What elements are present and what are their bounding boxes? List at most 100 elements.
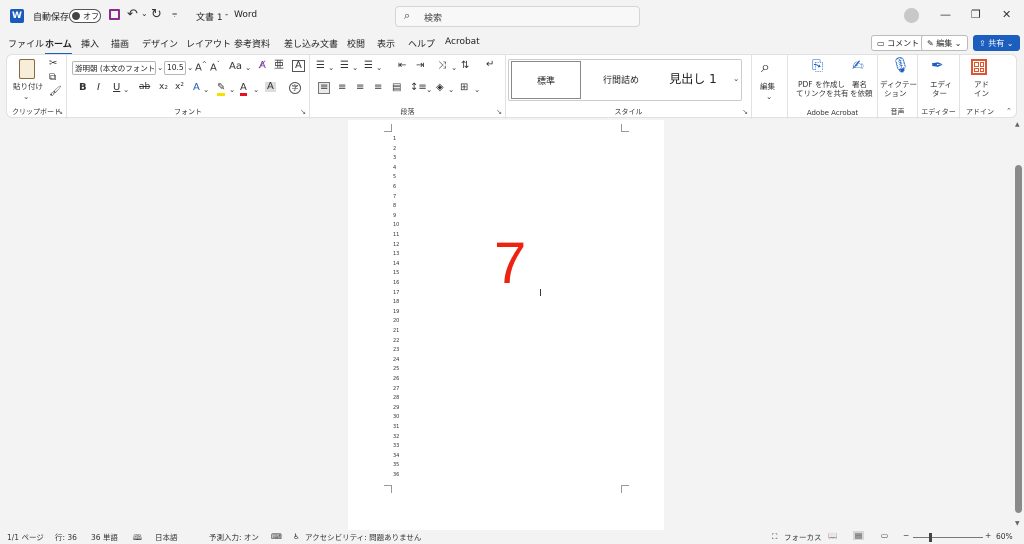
scrollbar-thumb[interactable] <box>1015 165 1022 513</box>
style-heading-1[interactable]: 見出し 1 <box>658 61 728 99</box>
paste-icon[interactable] <box>19 59 35 79</box>
addins-label[interactable]: アド <box>974 80 989 89</box>
language-indicator[interactable]: 日本語 <box>155 532 178 543</box>
proofing-icon[interactable]: 🕮 <box>133 532 142 544</box>
editor-label-2[interactable]: ター <box>932 89 947 98</box>
accessibility-icon[interactable]: ♿ <box>293 532 300 541</box>
web-layout-icon[interactable]: ▭ <box>881 531 888 540</box>
editing-button[interactable]: 編集 <box>760 82 775 91</box>
undo-icon[interactable]: ↶ <box>127 7 138 22</box>
collapse-ribbon-icon[interactable]: ⌃ <box>1006 107 1012 115</box>
tab-acrobat[interactable]: Acrobat <box>445 37 480 47</box>
align-right-icon[interactable]: ≡ <box>356 83 364 93</box>
zoom-slider[interactable] <box>913 537 983 538</box>
font-launcher-icon[interactable]: ↘ <box>300 108 306 116</box>
document-text[interactable]: 7 <box>494 235 526 293</box>
distributed-icon[interactable]: ▤ <box>392 83 401 93</box>
borders-icon[interactable]: ⊞ <box>460 83 468 93</box>
request-signature-label[interactable]: 署名 <box>852 80 867 89</box>
bullets-icon[interactable]: ☰ <box>316 61 325 71</box>
paste-button[interactable]: 貼り付け <box>13 82 43 91</box>
focus-icon[interactable]: ⛶ <box>772 532 777 542</box>
styles-launcher-icon[interactable]: ↘ <box>742 108 748 116</box>
tab-home[interactable]: ホーム <box>45 37 72 55</box>
tab-insert[interactable]: 挿入 <box>81 37 99 50</box>
zoom-level[interactable]: 60% <box>996 532 1013 541</box>
accessibility-status[interactable]: アクセシビリティ: 問題ありません <box>305 532 421 543</box>
highlight-icon[interactable]: ✎ <box>217 83 226 96</box>
undo-dropdown-icon[interactable]: ⌄ <box>141 9 148 18</box>
word-count[interactable]: 36 単語 <box>91 532 118 543</box>
tab-help[interactable]: ヘルプ <box>408 37 435 50</box>
align-center-icon[interactable]: ≡ <box>338 83 346 93</box>
tab-layout[interactable]: レイアウト <box>186 37 231 50</box>
tab-view[interactable]: 表示 <box>377 37 395 50</box>
style-normal[interactable]: 標準 <box>511 61 581 99</box>
font-name-combo[interactable]: 游明朝 (本文のフォント <box>72 61 156 75</box>
dictation-label[interactable]: ディクテー <box>880 80 917 89</box>
style-no-spacing[interactable]: 行間詰め <box>586 61 656 99</box>
shading-icon[interactable]: ◈ <box>436 83 444 93</box>
strikethrough-icon[interactable]: ab <box>139 83 150 92</box>
page-count[interactable]: 1/1 ページ <box>7 532 44 543</box>
redo-icon[interactable]: ↻ <box>151 7 162 22</box>
bold-icon[interactable]: B <box>79 83 87 93</box>
tab-draw[interactable]: 描画 <box>111 37 129 50</box>
multilevel-list-icon[interactable]: ☰ <box>364 61 373 71</box>
show-formatting-marks-icon[interactable]: ↵ <box>486 60 494 70</box>
line-spacing-icon[interactable]: ↕≡ <box>410 83 427 93</box>
cut-icon[interactable]: ✂ <box>49 59 57 69</box>
request-signature-label-2[interactable]: を依頼 <box>850 89 873 98</box>
create-pdf-label-2[interactable]: てリンクを共有 <box>796 89 849 98</box>
zoom-slider-thumb[interactable] <box>929 533 932 542</box>
addins-icon[interactable] <box>971 59 987 75</box>
microphone-icon[interactable]: 🎙 <box>891 58 910 73</box>
find-icon[interactable]: ⌕ <box>761 59 770 75</box>
italic-icon[interactable]: I <box>97 83 100 93</box>
text-effects-icon[interactable]: A <box>193 83 200 93</box>
read-mode-icon[interactable]: 📖 <box>828 531 837 540</box>
change-case-button[interactable]: Aa <box>229 62 242 72</box>
print-layout-icon[interactable]: ▤ <box>853 531 865 540</box>
share-button[interactable]: ⇪ 共有 ⌄ <box>973 35 1020 51</box>
dictation-label-2[interactable]: ション <box>884 89 907 98</box>
autosave-toggle[interactable]: オフ <box>69 9 101 23</box>
focus-mode-button[interactable]: フォーカス <box>784 532 822 543</box>
document-page[interactable] <box>348 120 664 530</box>
tab-design[interactable]: デザイン <box>142 37 178 50</box>
close-icon[interactable]: ✕ <box>1002 8 1011 21</box>
scroll-up-icon[interactable]: ▲ <box>1015 121 1020 128</box>
zoom-out-icon[interactable]: − <box>903 531 909 540</box>
enclose-characters-icon[interactable]: 字 <box>289 82 301 94</box>
styles-more-icon[interactable]: ⌄ <box>733 74 739 83</box>
character-border-icon[interactable]: A <box>292 60 305 72</box>
customize-qat-icon[interactable]: ⩦ <box>172 9 177 19</box>
subscript-icon[interactable]: x₂ <box>159 83 168 92</box>
scroll-down-icon[interactable]: ▼ <box>1015 520 1020 527</box>
numbering-icon[interactable]: ☰ <box>340 61 349 71</box>
format-painter-icon[interactable]: 🖌 <box>49 87 62 97</box>
justify-icon[interactable]: ≡ <box>374 83 382 93</box>
tab-review[interactable]: 校閲 <box>347 37 365 50</box>
tab-file[interactable]: ファイル <box>8 37 44 50</box>
zoom-in-icon[interactable]: + <box>985 531 991 540</box>
superscript-icon[interactable]: x² <box>175 83 184 92</box>
search-box[interactable]: ⌕ 検索 <box>395 6 640 27</box>
restore-icon[interactable]: ❐ <box>971 8 981 21</box>
tab-references[interactable]: 参考資料 <box>234 37 270 50</box>
tab-mailings[interactable]: 差し込み文書 <box>284 37 338 50</box>
underline-icon[interactable]: U <box>113 83 120 93</box>
predictive-text-indicator[interactable]: 予測入力: オン <box>209 532 259 543</box>
asian-layout-icon[interactable]: ⤨ <box>438 61 446 71</box>
create-pdf-icon[interactable]: ⎘ <box>812 59 823 73</box>
save-icon[interactable] <box>109 9 120 20</box>
copy-icon[interactable]: ⧉ <box>49 73 56 83</box>
shrink-font-icon[interactable]: Aˇ <box>210 62 220 73</box>
line-indicator[interactable]: 行: 36 <box>55 532 77 543</box>
character-shading-icon[interactable]: A <box>265 82 276 92</box>
font-color-icon[interactable]: A <box>240 83 247 96</box>
clear-formatting-icon[interactable]: A̸ <box>259 61 266 71</box>
text-predictions-icon[interactable]: ⌨ <box>271 532 282 541</box>
align-left-icon[interactable]: ≡ <box>318 82 331 94</box>
minimize-icon[interactable]: — <box>940 8 951 21</box>
